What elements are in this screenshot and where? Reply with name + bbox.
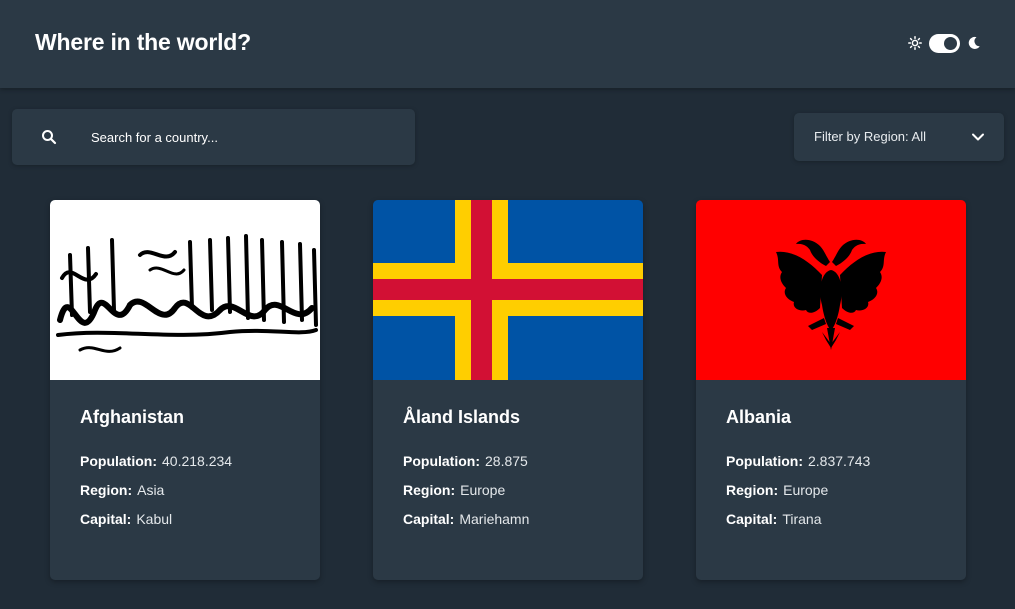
region-value: Asia (137, 482, 165, 498)
sun-icon (907, 35, 923, 51)
region-filter-label: Filter by Region: All (814, 129, 926, 144)
region-value: Europe (783, 482, 829, 498)
region-value: Europe (460, 482, 506, 498)
capital-row: Capital: Mariehamn (403, 511, 529, 527)
region-row: Region: Europe (726, 482, 828, 498)
country-name: Åland Islands (403, 407, 521, 427)
population-row: Population: 40.218.234 (80, 453, 232, 469)
region-label: Region: (726, 482, 779, 498)
aland-islands-flag-image (373, 200, 643, 380)
capital-label: Capital: (80, 511, 132, 527)
population-label: Population: (403, 453, 480, 469)
capital-value: Kabul (136, 511, 173, 527)
country-card[interactable]: Afghanistan Population: 40.218.234 Region… (50, 200, 320, 580)
capital-value: Tirana (782, 511, 822, 527)
toggle-knob (944, 36, 957, 50)
search-input[interactable] (91, 109, 401, 165)
region-label: Region: (80, 482, 133, 498)
theme-toggle[interactable] (929, 33, 960, 53)
population-label: Population: (726, 453, 803, 469)
capital-value: Mariehamn (459, 511, 530, 527)
region-label: Region: (403, 482, 456, 498)
population-label: Population: (80, 453, 157, 469)
country-card[interactable]: Åland Islands Population: 28.875 Region: E… (373, 200, 643, 580)
app-title: Where in the world? (35, 29, 251, 55)
population-row: Population: 2.837.743 (726, 453, 870, 469)
population-value: 40.218.234 (162, 453, 233, 469)
country-card[interactable]: Albania Population: 2.837.743 Region: Euro… (696, 200, 966, 580)
population-value: 28.875 (485, 453, 528, 469)
region-filter-dropdown[interactable]: Filter by Region: All (794, 113, 1004, 161)
capital-row: Capital: Tirana (726, 511, 822, 527)
search-icon (41, 129, 57, 145)
moon-icon (966, 35, 982, 51)
population-value: 2.837.743 (808, 453, 871, 469)
afghanistan-flag-image (50, 200, 320, 380)
capital-label: Capital: (403, 511, 455, 527)
country-name: Afghanistan (80, 407, 185, 427)
capital-row: Capital: Kabul (80, 511, 172, 527)
theme-switcher[interactable] (907, 33, 982, 53)
header: Where in the world? (0, 0, 1015, 88)
capital-label: Capital: (726, 511, 778, 527)
population-row: Population: 28.875 (403, 453, 528, 469)
chevron-down-icon (971, 130, 985, 144)
albania-flag-image (696, 200, 966, 380)
region-row: Region: Europe (403, 482, 505, 498)
country-name: Albania (726, 407, 792, 427)
search-box (12, 109, 415, 165)
region-row: Region: Asia (80, 482, 164, 498)
